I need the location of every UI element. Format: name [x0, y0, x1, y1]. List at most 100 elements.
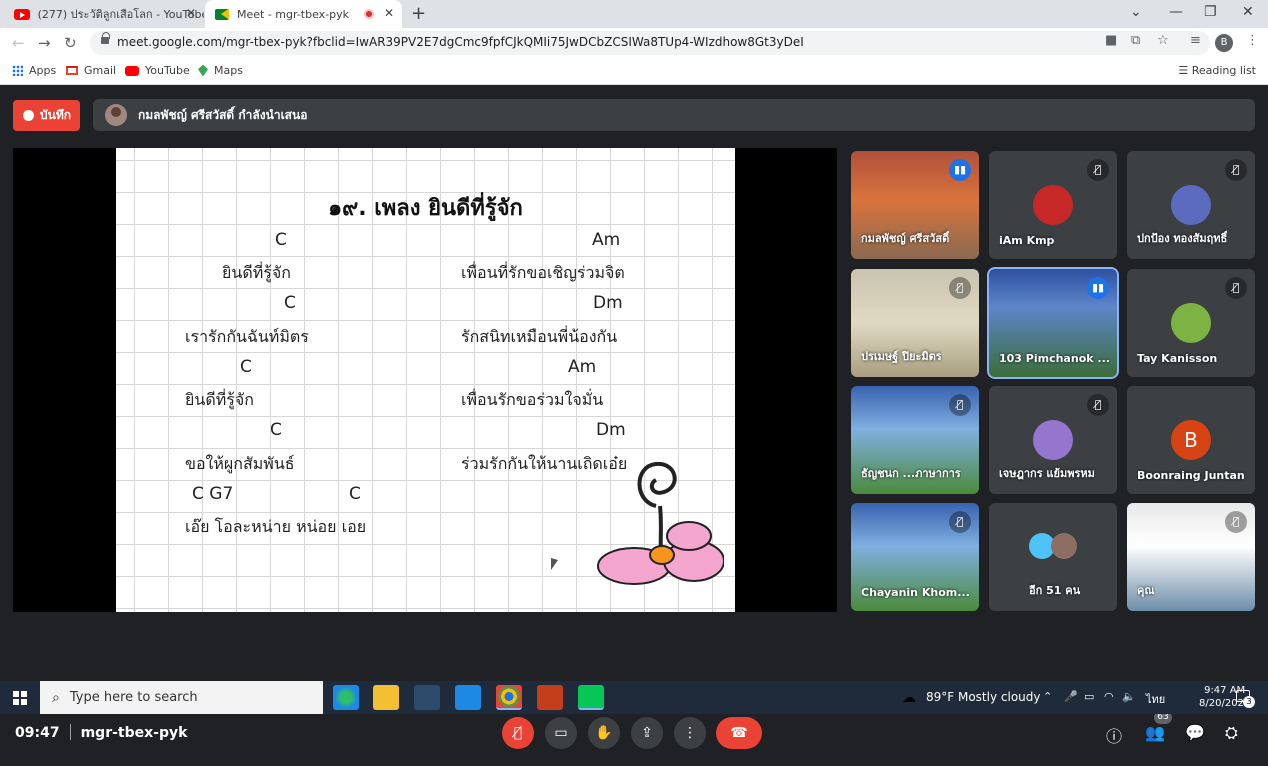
- activities-icon[interactable]: ⛭: [1225, 723, 1238, 743]
- record-button[interactable]: บันทึก: [13, 100, 80, 131]
- meeting-info: 09:47 mgr-tbex-pyk: [15, 724, 187, 741]
- media-icon[interactable]: ≡: [1190, 33, 1201, 48]
- edge-icon[interactable]: [333, 685, 359, 710]
- store-icon[interactable]: [414, 685, 440, 710]
- menu-icon[interactable]: ⋮: [1246, 33, 1259, 48]
- slide-title: ๑๙. เพลง ยินดีที่รู้จัก: [328, 196, 523, 221]
- presentation-stage: ๑๙. เพลง ยินดีที่รู้จัก C ยินดีที่รู้จัก…: [13, 148, 837, 612]
- close-tab-icon[interactable]: ✕: [186, 6, 196, 20]
- maximize-button[interactable]: ❐: [1204, 4, 1217, 20]
- participant-tile[interactable]: 🎙̸ Chayanin Khom...: [851, 503, 979, 611]
- bookmark-star-icon[interactable]: ☆: [1157, 33, 1169, 48]
- participant-tile[interactable]: 🎙̸ เจษฎากร แย้มพรหม: [989, 386, 1117, 494]
- chord: C: [240, 357, 252, 377]
- mic-off-icon: 🎙̸: [1087, 159, 1109, 181]
- lyric-line: ยินดีที่รู้จัก: [185, 390, 254, 409]
- back-button[interactable]: ←: [12, 34, 25, 52]
- more-participants-label: อีก 51 คน: [1029, 584, 1081, 597]
- bookmark-apps[interactable]: Apps: [12, 64, 56, 77]
- file-explorer-icon[interactable]: [373, 685, 399, 710]
- lyric-line: เพื่อนรักขอร่วมใจมั่น: [461, 390, 604, 409]
- maps-icon: [198, 64, 208, 77]
- browser-chrome: (277) ประวัติลูกเสือโลก - YouTube ✕ Meet…: [0, 0, 1268, 85]
- bookmark-youtube[interactable]: YouTube: [125, 64, 190, 77]
- language-indicator[interactable]: ไทย: [1146, 690, 1165, 708]
- participant-tile[interactable]: ▮▮ กมลพัชญ์ ศรีสวัสดิ์: [851, 151, 979, 259]
- windows-taskbar: ⌕ Type here to search ☁ 89°F Mostly clou…: [0, 681, 1268, 714]
- youtube-icon: [14, 8, 30, 20]
- profile-avatar[interactable]: B: [1215, 34, 1233, 52]
- avatar: B: [1171, 420, 1211, 460]
- end-call-button[interactable]: ☎: [716, 717, 762, 749]
- meeting-details-icon[interactable]: ⓘ: [1106, 723, 1122, 747]
- participant-name: คุณ: [1137, 584, 1155, 597]
- mic-off-icon: 🎙̸: [1225, 511, 1247, 533]
- tab-search-icon[interactable]: ⌄: [1130, 4, 1142, 20]
- chat-icon[interactable]: 💬: [1185, 723, 1205, 742]
- minimize-button[interactable]: —: [1169, 4, 1183, 20]
- bookmark-label: Maps: [214, 64, 243, 77]
- bookmark-gmail[interactable]: Gmail: [66, 64, 116, 77]
- lyric-line: ยินดีที่รู้จัก: [222, 263, 291, 282]
- url-field[interactable]: meet.google.com/mgr-tbex-pyk?fbclid=IwAR…: [90, 31, 1210, 55]
- taskbar-search[interactable]: ⌕ Type here to search: [40, 681, 323, 714]
- mail-icon[interactable]: [455, 685, 481, 710]
- weather-text[interactable]: 89°F Mostly cloudy: [926, 690, 1041, 704]
- tab-title: (277) ประวัติลูกเสือโลก - YouTube: [37, 8, 204, 21]
- bookmark-maps[interactable]: Maps: [198, 64, 243, 77]
- participant-tile[interactable]: 🎙̸ Tay Kanisson: [1127, 269, 1255, 377]
- powerpoint-icon[interactable]: [537, 685, 563, 710]
- participant-tile[interactable]: 🎙̸ ปกป้อง ทองสัมฤทธิ์: [1127, 151, 1255, 259]
- wifi-icon[interactable]: ◠: [1104, 690, 1114, 703]
- forward-button[interactable]: →: [38, 34, 51, 52]
- presenting-banner: กมลพัชญ์ ศรีสวัสดิ์ กำลังนำเสนอ: [93, 99, 1255, 131]
- bookmarks-bar: Apps Gmail YouTube Maps ☰ Reading list: [0, 58, 1268, 85]
- battery-icon[interactable]: ▭: [1084, 690, 1094, 703]
- participant-tile-self[interactable]: 🎙̸ คุณ: [1127, 503, 1255, 611]
- more-options-button[interactable]: ⋮: [674, 717, 706, 749]
- close-tab-icon[interactable]: ✕: [384, 6, 394, 20]
- participant-tile[interactable]: 🎙̸ ปรเมษฐ์ ปิยะมิตร: [851, 269, 979, 377]
- participant-name: iAm Kmp: [999, 234, 1055, 247]
- new-tab-button[interactable]: +: [411, 3, 426, 24]
- participant-tile[interactable]: 🎙̸ iAm Kmp: [989, 151, 1117, 259]
- participant-name: ปรเมษฐ์ ปิยะมิตร: [861, 350, 942, 363]
- volume-icon[interactable]: 🔈: [1122, 690, 1136, 703]
- meet-icon: [215, 8, 229, 20]
- participant-name: กมลพัชญ์ ศรีสวัสดิ์: [861, 232, 950, 245]
- participant-name: ปกป้อง ทองสัมฤทธิ์: [1137, 232, 1228, 245]
- avatar: [1051, 533, 1077, 559]
- participant-name: ธัญชนก ...ภาษาการ: [861, 467, 961, 480]
- reading-list-button[interactable]: ☰ Reading list: [1178, 64, 1256, 77]
- mic-toggle-button[interactable]: 🎙̸: [502, 717, 534, 749]
- youtube-icon: [125, 65, 139, 76]
- present-button[interactable]: ⇪: [631, 717, 663, 749]
- camera-icon[interactable]: ■: [1105, 33, 1117, 48]
- close-window-button[interactable]: ✕: [1242, 4, 1254, 20]
- avatar: [1033, 185, 1073, 225]
- tab-youtube[interactable]: (277) ประวัติลูกเสือโลก - YouTube ✕: [0, 0, 204, 28]
- line-app-icon[interactable]: [578, 685, 604, 710]
- participant-name: Tay Kanisson: [1137, 352, 1218, 365]
- participant-tile-more[interactable]: อีก 51 คน: [989, 503, 1117, 611]
- lyric-line: ขอให้ผูกสัมพันธ์: [185, 454, 295, 473]
- participant-name: เจษฎากร แย้มพรหม: [999, 467, 1095, 480]
- chrome-icon[interactable]: [496, 685, 522, 710]
- start-button[interactable]: [13, 691, 27, 705]
- avatar: [1171, 185, 1211, 225]
- reload-button[interactable]: ↻: [64, 34, 77, 52]
- avatar: [1033, 420, 1073, 460]
- participant-tile[interactable]: B Boonraing Juntan: [1127, 386, 1255, 494]
- speaking-icon: ▮▮: [1087, 277, 1109, 299]
- raise-hand-button[interactable]: ✋: [588, 717, 620, 749]
- meet-app: บันทึก กมลพัชญ์ ศรีสวัสดิ์ กำลังนำเสนอ ๑…: [0, 85, 1268, 766]
- translate-icon[interactable]: ⧉: [1131, 33, 1140, 48]
- gmail-icon: [66, 66, 78, 75]
- participant-tile[interactable]: ▮▮ 103 Pimchanok ...: [987, 267, 1119, 379]
- microphone-tray-icon[interactable]: 🎤: [1064, 690, 1078, 703]
- camera-toggle-button[interactable]: ▭: [545, 717, 577, 749]
- people-icon[interactable]: 👥: [1145, 723, 1165, 742]
- participant-tile[interactable]: 🎙̸ ธัญชนก ...ภาษาการ: [851, 386, 979, 494]
- tab-meet[interactable]: Meet - mgr-tbex-pyk ✕: [205, 0, 402, 28]
- tray-chevron-icon[interactable]: ⌃: [1043, 690, 1052, 703]
